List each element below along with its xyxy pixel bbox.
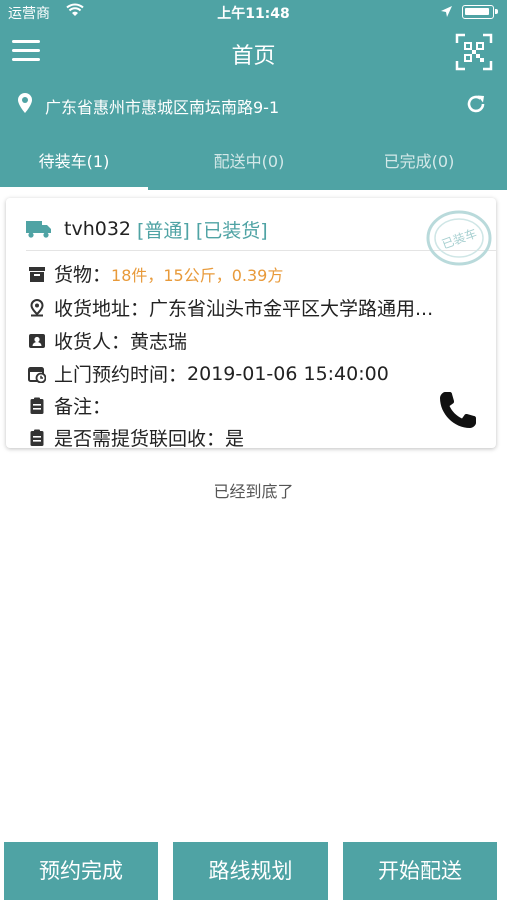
battery-icon xyxy=(462,5,498,19)
delivery-address-row: 收货地址： 广东省汕头市金平区大学路通用... xyxy=(28,294,433,321)
phone-call-icon[interactable] xyxy=(436,388,480,432)
order-type-tag: [普通] xyxy=(137,219,190,242)
receipt-recycle-value: 是 xyxy=(225,428,245,450)
appointment-row: 上门预约时间： 2019-01-06 15:40:00 xyxy=(28,360,389,387)
current-location-bar: 广东省惠州市惠城区南坛南路9-1 xyxy=(0,82,507,126)
remark-label: 备注： xyxy=(54,396,112,418)
order-tabs: 待装车(1) 配送中(0) 已完成(0) xyxy=(0,140,507,190)
delivery-address-label: 收货地址： xyxy=(54,298,150,320)
tab-label: 已完成(0) xyxy=(383,152,455,171)
page-title: 首页 xyxy=(231,44,276,69)
goods-label: 货物： xyxy=(54,264,112,286)
map-marker-icon xyxy=(30,298,44,316)
clock: 上午11:48 xyxy=(217,6,290,22)
appointment-label: 上门预约时间： xyxy=(54,364,188,386)
order-status-tag: [已装货] xyxy=(195,219,268,242)
navbar: 首页 xyxy=(0,28,507,78)
goods-value: 18件，15公斤，0.39方 xyxy=(111,265,284,285)
order-card[interactable]: tvh032 [普通] [已装货] 已装车 货物： 18件，15公斤，0.39方… xyxy=(6,198,496,451)
appointment-value: 2019-01-06 15:40:00 xyxy=(187,362,389,385)
receiver-value: 黄志瑞 xyxy=(130,331,188,353)
order-list: tvh032 [普通] [已装货] 已装车 货物： 18件，15公斤，0.39方… xyxy=(0,190,507,900)
tab-label: 待装车(1) xyxy=(38,152,110,171)
clipboard-icon xyxy=(30,429,44,446)
goods-row: 货物： 18件，15公斤，0.39方 xyxy=(28,260,283,287)
stamp-text: 已装车 xyxy=(440,225,479,251)
order-code: tvh032 xyxy=(64,218,132,240)
tab-label: 配送中(0) xyxy=(213,152,285,171)
box-icon xyxy=(29,266,45,282)
status-bar: 运营商 上午11:48 xyxy=(0,0,507,24)
appointment-complete-button[interactable]: 预约完成 xyxy=(4,842,158,900)
route-planning-button[interactable]: 路线规划 xyxy=(173,842,328,900)
qr-scan-icon[interactable] xyxy=(455,33,493,71)
calendar-clock-icon xyxy=(28,366,46,383)
order-card-header: tvh032 [普通] [已装货] xyxy=(26,214,268,244)
clipboard-icon xyxy=(30,397,44,414)
delivery-address-value: 广东省汕头市金平区大学路通用... xyxy=(149,298,434,320)
loaded-stamp: 已装车 xyxy=(426,210,492,266)
tab-pending-loading[interactable]: 待装车(1) xyxy=(0,140,148,190)
bottom-action-bar: 预约完成 路线规划 开始配送 xyxy=(0,842,507,900)
remark-row: 备注： xyxy=(28,392,111,419)
tab-completed[interactable]: 已完成(0) xyxy=(344,140,494,190)
start-delivery-button[interactable]: 开始配送 xyxy=(343,842,497,900)
current-address: 广东省惠州市惠城区南坛南路9-1 xyxy=(45,98,280,117)
refresh-icon[interactable] xyxy=(465,93,487,115)
app-header: 运营商 上午11:48 首页 广东省惠州市惠城区南坛南路9-1 待装车(1) 配… xyxy=(0,0,507,190)
receiver-row: 收货人： 黄志瑞 xyxy=(28,327,187,354)
receipt-recycle-label: 是否需提货联回收： xyxy=(54,428,226,450)
receipt-recycle-row: 是否需提货联回收： 是 xyxy=(28,424,244,451)
receiver-label: 收货人： xyxy=(54,331,131,353)
end-of-list-text: 已经到底了 xyxy=(213,482,294,501)
location-pin-icon xyxy=(18,93,32,113)
location-arrow-icon xyxy=(441,6,452,17)
contact-card-icon xyxy=(29,333,45,348)
truck-icon xyxy=(26,221,51,238)
tab-delivering[interactable]: 配送中(0) xyxy=(174,140,324,190)
